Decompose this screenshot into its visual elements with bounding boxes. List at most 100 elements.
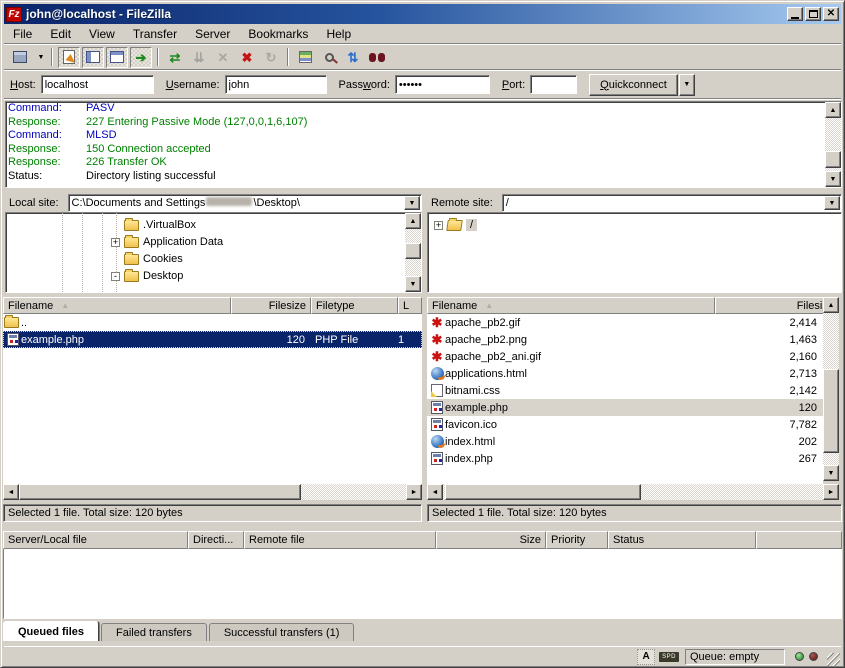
- column-filesize[interactable]: Filesize: [715, 297, 839, 314]
- queue-view-icon: ➔: [136, 51, 147, 64]
- column-remote-file[interactable]: Remote file: [244, 531, 436, 549]
- toggle-local-tree-button[interactable]: [82, 47, 104, 68]
- tab-successful-transfers[interactable]: Successful transfers (1): [209, 623, 355, 641]
- quickconnect-dropdown[interactable]: ▼: [679, 74, 695, 96]
- scroll-left-button[interactable]: ◄: [427, 484, 443, 500]
- username-input[interactable]: [225, 75, 327, 94]
- synchronized-browsing-button[interactable]: ⇅: [342, 47, 364, 68]
- column-filesize[interactable]: Filesize: [231, 297, 311, 314]
- column-priority[interactable]: Priority: [546, 531, 608, 549]
- minimize-button[interactable]: [787, 7, 803, 21]
- scroll-up-button[interactable]: ▲: [823, 297, 839, 313]
- toggle-remote-tree-button[interactable]: [106, 47, 128, 68]
- local-list-header: Filename▲ Filesize Filetype L: [3, 297, 422, 314]
- menu-bookmarks[interactable]: Bookmarks: [239, 25, 317, 43]
- scroll-down-button[interactable]: ▼: [825, 171, 841, 187]
- port-label: Port:: [502, 79, 525, 91]
- chevron-down-icon[interactable]: ▼: [824, 196, 840, 210]
- tree-item-application-data[interactable]: +Application Data: [111, 234, 223, 250]
- scrollbar-thumb[interactable]: [825, 151, 841, 168]
- speed-limit-icon[interactable]: SPD: [659, 652, 679, 662]
- column-filename[interactable]: Filename▲: [427, 297, 715, 314]
- chevron-down-icon[interactable]: ▼: [404, 196, 420, 210]
- table-row[interactable]: applications.html2,713: [427, 365, 823, 382]
- username-label: Username:: [166, 79, 220, 91]
- table-row[interactable]: example.php120: [427, 399, 823, 416]
- quickconnect-button[interactable]: Quickconnect: [589, 74, 678, 96]
- table-row[interactable]: ✱apache_pb2.png1,463: [427, 331, 823, 348]
- password-input[interactable]: [395, 75, 490, 94]
- filter-button[interactable]: [294, 47, 316, 68]
- data-type-ascii-icon[interactable]: A: [637, 649, 655, 665]
- compare-directories-button[interactable]: [318, 47, 340, 68]
- scroll-down-button[interactable]: ▼: [405, 276, 421, 292]
- menu-transfer[interactable]: Transfer: [124, 25, 186, 43]
- php-file-icon: [5, 333, 21, 346]
- cancel-button: ✕: [212, 47, 234, 68]
- host-input[interactable]: [41, 75, 154, 94]
- scrollbar-thumb[interactable]: [405, 243, 421, 259]
- sort-ascending-icon: ▲: [485, 301, 493, 310]
- table-row[interactable]: index.html202: [427, 433, 823, 450]
- tree-item-desktop[interactable]: -Desktop: [111, 268, 183, 284]
- toggle-queue-button[interactable]: ➔: [130, 47, 152, 68]
- table-row[interactable]: ✱apache_pb2_ani.gif2,160: [427, 348, 823, 365]
- close-button[interactable]: ✕: [823, 7, 839, 21]
- tab-queued-files[interactable]: Queued files: [3, 621, 99, 641]
- find-files-button[interactable]: [366, 47, 388, 68]
- scroll-left-button[interactable]: ◄: [3, 484, 19, 500]
- queue-list[interactable]: [3, 549, 842, 619]
- scroll-up-button[interactable]: ▲: [405, 213, 421, 229]
- remote-file-list: ✱apache_pb2.gif2,414 ✱apache_pb2.png1,46…: [427, 314, 823, 484]
- column-size[interactable]: Size: [436, 531, 546, 549]
- menu-view[interactable]: View: [80, 25, 124, 43]
- local-directory-tree: .VirtualBox +Application Data Cookies -D…: [5, 212, 422, 293]
- toolbar-separator: [287, 48, 289, 66]
- menu-edit[interactable]: Edit: [41, 25, 80, 43]
- column-filetype[interactable]: Filetype: [311, 297, 398, 314]
- expand-icon[interactable]: +: [111, 238, 120, 247]
- column-status[interactable]: Status: [608, 531, 756, 549]
- maximize-button[interactable]: [805, 7, 821, 21]
- site-manager-button[interactable]: [9, 47, 31, 68]
- remote-site-combo[interactable]: / ▼: [502, 194, 842, 212]
- collapse-icon[interactable]: -: [111, 272, 120, 281]
- menu-file[interactable]: File: [4, 25, 41, 43]
- column-filename[interactable]: Filename▲: [3, 297, 231, 314]
- toggle-log-button[interactable]: [58, 47, 80, 68]
- disconnect-button[interactable]: ✖: [236, 47, 258, 68]
- column-direction[interactable]: Directi...: [188, 531, 244, 549]
- site-manager-dropdown[interactable]: ▼: [33, 47, 46, 68]
- window-title: john@localhost - FileZilla: [26, 7, 785, 21]
- quickconnect-bar: Host: Username: Password: Port: Quickcon…: [4, 71, 841, 99]
- tree-item-root[interactable]: +/: [434, 217, 477, 233]
- table-row[interactable]: ✱apache_pb2.gif2,414: [427, 314, 823, 331]
- scroll-up-button[interactable]: ▲: [825, 102, 841, 118]
- table-row[interactable]: ..: [3, 314, 422, 331]
- expand-icon[interactable]: +: [434, 221, 443, 230]
- resize-grip[interactable]: [827, 653, 840, 666]
- table-row[interactable]: index.php267: [427, 450, 823, 467]
- scrollbar-thumb[interactable]: [823, 369, 839, 453]
- tab-failed-transfers[interactable]: Failed transfers: [101, 623, 207, 641]
- scroll-down-button[interactable]: ▼: [823, 465, 839, 481]
- scrollbar-thumb[interactable]: [445, 484, 641, 500]
- tree-item-cookies[interactable]: Cookies: [124, 251, 183, 267]
- menu-server[interactable]: Server: [186, 25, 239, 43]
- port-input[interactable]: [530, 75, 577, 94]
- scroll-right-button[interactable]: ►: [823, 484, 839, 500]
- scrollbar-thumb[interactable]: [19, 484, 301, 500]
- refresh-button[interactable]: ⇄: [164, 47, 186, 68]
- menu-bar: File Edit View Transfer Server Bookmarks…: [4, 25, 841, 44]
- column-last-modified[interactable]: L: [398, 297, 422, 314]
- sync-browsing-icon: ⇅: [348, 51, 359, 64]
- table-row[interactable]: favicon.ico7,782: [427, 416, 823, 433]
- table-row[interactable]: bitnami.css2,142: [427, 382, 823, 399]
- log-line: Response:227 Entering Passive Mode (127,…: [6, 116, 841, 130]
- column-server-local-file[interactable]: Server/Local file: [3, 531, 188, 549]
- table-row[interactable]: example.php 120 PHP File 1: [3, 331, 422, 348]
- scroll-right-button[interactable]: ►: [406, 484, 422, 500]
- menu-help[interactable]: Help: [317, 25, 360, 43]
- local-site-combo[interactable]: C:\Documents and Settings\Desktop\ ▼: [68, 194, 422, 212]
- tree-item-virtualbox[interactable]: .VirtualBox: [124, 217, 196, 233]
